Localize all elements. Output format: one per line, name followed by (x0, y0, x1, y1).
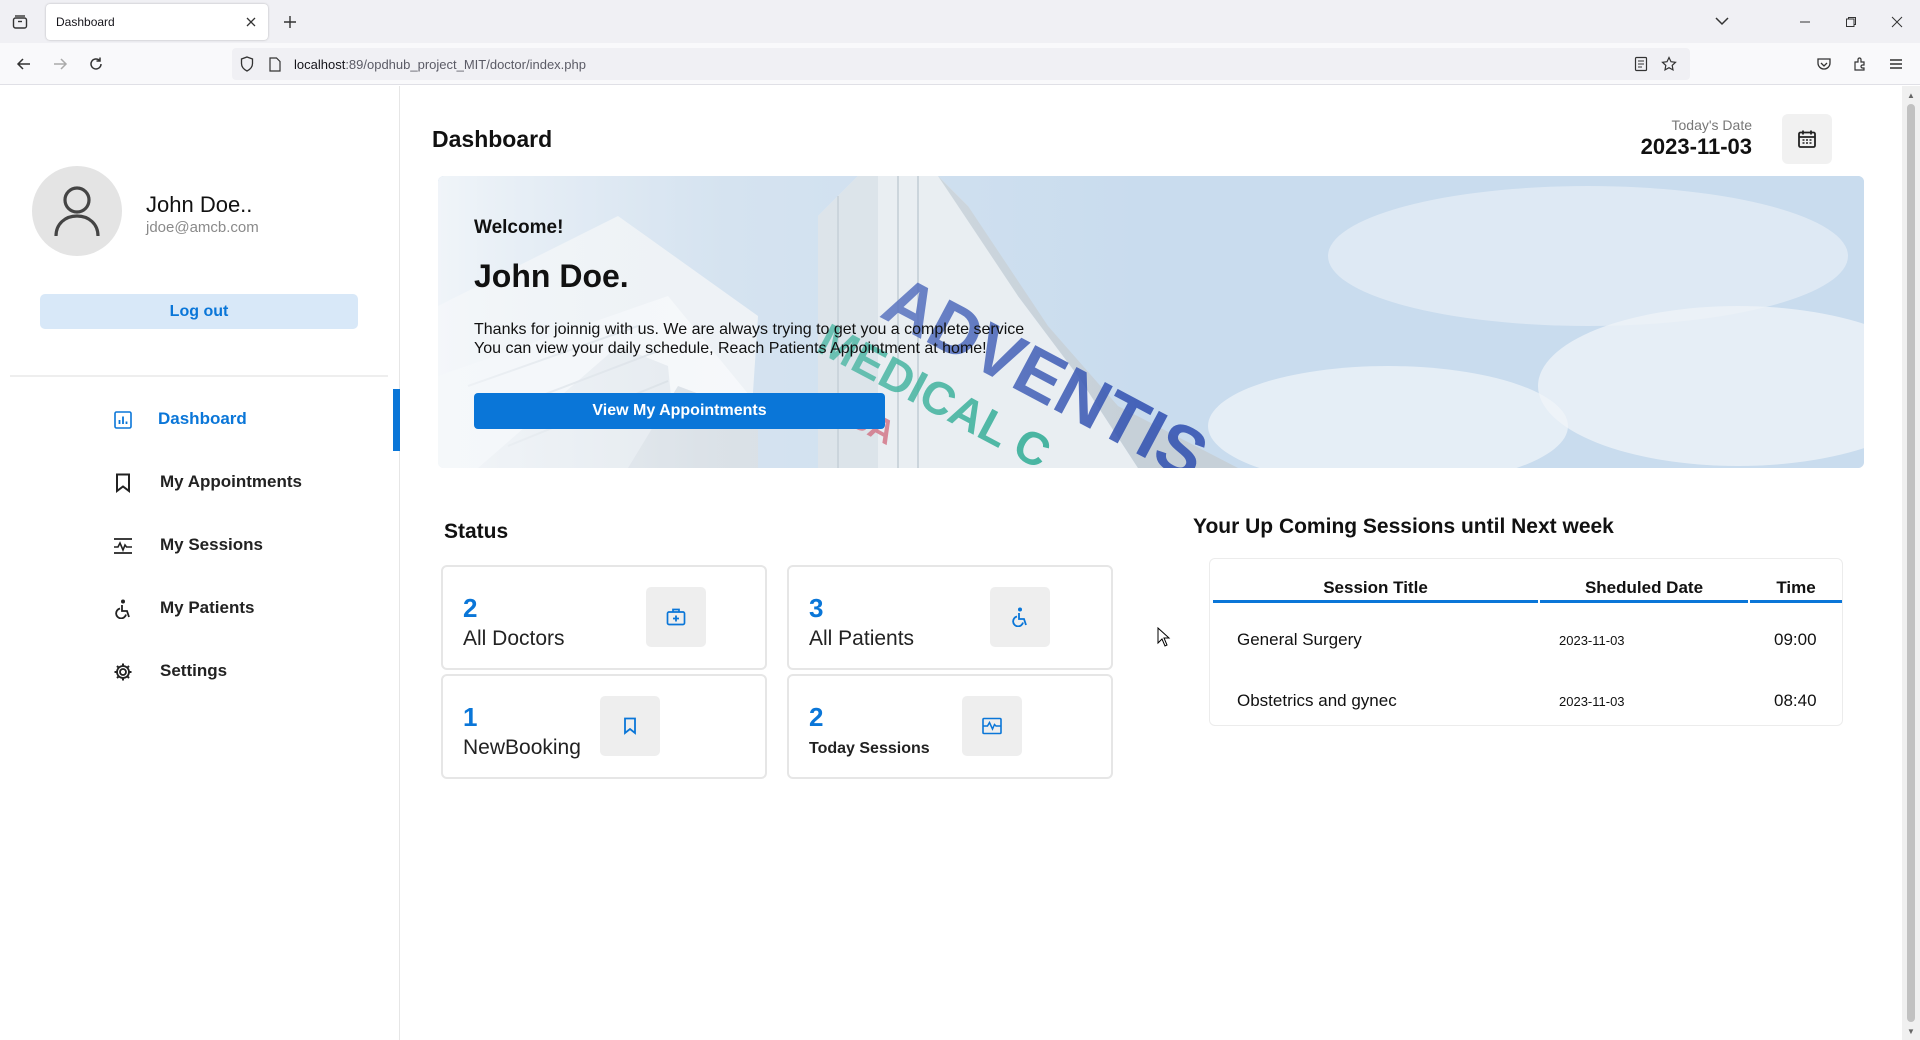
avatar (32, 166, 122, 256)
profile-name: John Doe.. (146, 192, 253, 217)
scrollbar[interactable]: ▲ ▼ (1902, 86, 1920, 1040)
sidebar-item-label: My Appointments (160, 472, 302, 491)
url-text[interactable]: localhost:89/opdhub_project_MIT/doctor/i… (294, 57, 586, 72)
sessions-icon (962, 696, 1022, 756)
page-icon[interactable] (266, 55, 284, 73)
stat-card-patients[interactable]: 3 All Patients (787, 565, 1113, 670)
extensions-icon[interactable] (1848, 52, 1872, 76)
banner-message-line: You can view your daily schedule, Reach … (474, 340, 987, 357)
gear-icon (112, 661, 134, 683)
session-date: 2023-11-03 (1559, 633, 1625, 648)
sidebar-item-sessions[interactable]: My Sessions (0, 515, 400, 577)
calendar-button[interactable] (1782, 114, 1832, 164)
minimize-icon[interactable] (1782, 0, 1828, 43)
url-bar[interactable]: localhost:89/opdhub_project_MIT/doctor/i… (232, 48, 1690, 80)
banner-message-line: Thanks for joinnig with us. We are alway… (474, 321, 1025, 338)
active-indicator (393, 389, 400, 451)
shield-icon[interactable] (238, 55, 256, 73)
bookmark-icon (600, 696, 660, 756)
sidebar-item-label: My Sessions (160, 535, 263, 554)
scroll-up-icon[interactable]: ▲ (1905, 89, 1917, 101)
stat-label: All Patients (809, 627, 915, 650)
new-tab-icon[interactable] (280, 12, 300, 32)
today-date-value: 2023-11-03 (1640, 134, 1752, 159)
welcome-label: Welcome! (474, 217, 564, 238)
scrollbar-thumb[interactable] (1907, 104, 1915, 1022)
header-underline (1213, 600, 1538, 603)
stat-number: 3 (809, 593, 824, 623)
restore-icon[interactable] (1828, 0, 1874, 43)
close-tab-icon[interactable] (242, 13, 260, 31)
page: John Doe.. jdoe@amcb.com Log out Dashboa… (0, 86, 1902, 1040)
view-appointments-button[interactable]: View My Appointments (474, 393, 885, 429)
header-underline (1750, 600, 1842, 603)
banner-message: Thanks for joinnig with us. We are alway… (474, 320, 1024, 358)
browser-nav-bar: localhost:89/opdhub_project_MIT/doctor/i… (0, 43, 1920, 85)
sidebar-item-label: Dashboard (158, 409, 247, 428)
close-window-icon[interactable] (1874, 0, 1920, 43)
status-title: Status (444, 520, 509, 543)
tab-list-icon[interactable] (8, 12, 32, 32)
sidebar-item-appointments[interactable]: My Appointments (0, 452, 400, 514)
column-header: Time (1776, 578, 1816, 597)
stat-number: 2 (809, 702, 824, 732)
header-underline (1540, 600, 1748, 603)
pocket-icon[interactable] (1812, 52, 1836, 76)
wheelchair-icon (112, 598, 134, 620)
stat-label: Today Sessions (809, 740, 930, 757)
browser-tab[interactable]: Dashboard (46, 4, 268, 40)
sessions-icon (112, 535, 134, 557)
column-header: Session Title (1323, 578, 1428, 597)
menu-icon[interactable] (1884, 52, 1908, 76)
banner-doctor-name: John Doe. (474, 258, 629, 294)
stat-label: NewBooking (463, 736, 581, 759)
back-icon[interactable] (12, 52, 36, 76)
sidebar-item-dashboard[interactable]: Dashboard (0, 389, 400, 451)
calendar-icon (1798, 130, 1816, 148)
sidebar-item-patients[interactable]: My Patients (0, 578, 400, 640)
session-title: Obstetrics and gynec (1237, 691, 1397, 710)
scroll-down-icon[interactable]: ▼ (1905, 1025, 1917, 1037)
stat-card-today-sessions[interactable]: 2 Today Sessions (787, 674, 1113, 779)
reload-icon[interactable] (84, 52, 108, 76)
chevron-down-icon[interactable] (1710, 10, 1734, 32)
stat-label: All Doctors (463, 627, 565, 650)
stat-card-doctors[interactable]: 2 All Doctors (441, 565, 767, 670)
bookmark-star-icon[interactable] (1660, 55, 1678, 73)
stat-number: 1 (463, 702, 478, 732)
stat-card-new-booking[interactable]: 1 NewBooking (441, 674, 767, 779)
sidebar-item-label: Settings (160, 661, 228, 680)
session-time: 09:00 (1774, 630, 1817, 649)
reader-view-icon[interactable] (1632, 55, 1650, 73)
browser-tab-bar: Dashboard (0, 0, 1920, 43)
forward-icon[interactable] (48, 52, 72, 76)
session-date: 2023-11-03 (1559, 694, 1625, 709)
tab-title: Dashboard (56, 15, 115, 29)
sidebar: John Doe.. jdoe@amcb.com Log out Dashboa… (0, 86, 400, 1040)
mouse-cursor-icon (1157, 627, 1171, 647)
stat-number: 2 (463, 593, 478, 623)
logout-button[interactable]: Log out (40, 294, 358, 329)
sidebar-item-settings[interactable]: Settings (0, 641, 400, 703)
upcoming-sessions-title: Your Up Coming Sessions until Next week (1193, 515, 1614, 538)
session-title: General Surgery (1237, 630, 1362, 649)
dashboard-icon (112, 409, 134, 431)
wheelchair-icon (990, 587, 1050, 647)
sidebar-item-label: My Patients (160, 598, 255, 617)
bookmark-icon (112, 472, 134, 494)
user-icon (54, 186, 100, 237)
sessions-table: Session Title Sheduled Date Time General… (1209, 558, 1843, 726)
today-date-label: Today's Date (1671, 117, 1753, 133)
sidebar-divider (10, 375, 388, 377)
profile-email: jdoe@amcb.com (146, 219, 259, 236)
session-time: 08:40 (1774, 691, 1817, 710)
medical-bag-icon (646, 587, 706, 647)
page-title: Dashboard (432, 126, 553, 152)
column-header: Sheduled Date (1584, 578, 1704, 597)
